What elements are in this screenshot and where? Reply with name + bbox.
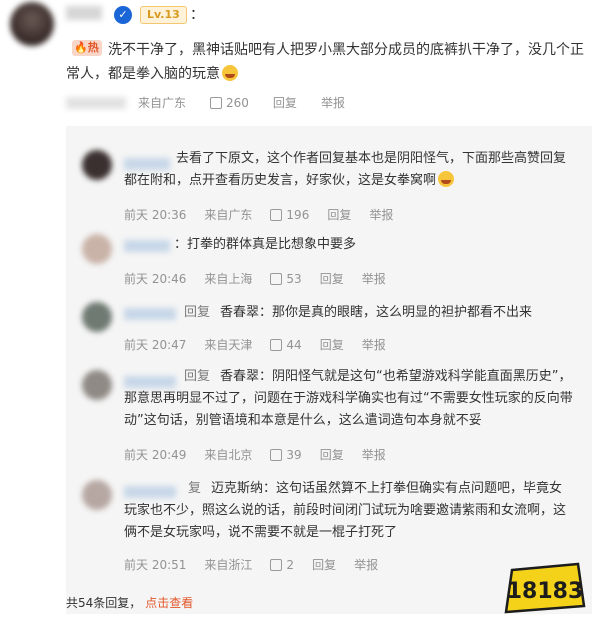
replies-footer: 共54条回复， 点击查看 [66,594,193,611]
like-button[interactable]: 39 [270,447,302,462]
thumbs-up-icon [270,558,283,571]
thumbs-up-icon [270,272,283,285]
reply-label: 复 [188,481,202,496]
location: 来自天津 [204,338,253,352]
location: 来自广东 [138,96,187,110]
like-button[interactable]: 2 [270,558,294,572]
reply-count: 共54条回复， [66,596,142,610]
reply-text: 去看了下原文，这个作者回复基本也是阴阳怪气，下面那些高赞回复都在附和，点开查看历… [124,151,567,188]
like-button[interactable]: 53 [270,271,302,286]
comment-meta: 来自广东 260 回复 举报 [66,94,369,111]
mention-link[interactable]: 香春翠 [220,305,259,320]
username-blurred[interactable] [66,6,102,20]
location: 来自浙江 [204,558,253,572]
mention-link[interactable]: 香春翠 [220,369,259,384]
like-button[interactable]: 196 [270,208,309,222]
laugh-emoji-icon [222,65,238,81]
reply-button[interactable]: 回复 [327,206,351,223]
like-count: 260 [226,95,249,110]
report-button[interactable]: 举报 [362,336,386,353]
reply-label: 回复 [184,369,211,384]
reply-meta: 前天 20:49 来自北京 39 回复 举报 [124,446,404,463]
view-more-link[interactable]: 点击查看 [145,596,193,610]
report-button[interactable]: 举报 [354,556,378,573]
level-badge: Lv.13 [140,6,187,24]
main-comment: ✓ Lv.13 ： 🔥热 洗不干净了，黑神话贴吧有人把罗小黑大部分成员的底裤扒干… [0,0,600,120]
report-button[interactable]: 举报 [362,446,386,463]
avatar[interactable] [82,302,112,332]
avatar[interactable] [82,480,112,510]
like-count: 196 [286,207,310,222]
thumbs-up-icon [270,448,283,461]
location: 来自广东 [204,208,253,222]
like-button[interactable]: 44 [270,337,302,352]
timestamp: 前天 20:51 [124,558,187,572]
replies-panel: 去看了下原文，这个作者回复基本也是阴阳怪气，下面那些高赞回复都在附和，点开查看历… [66,126,592,614]
logo-18183: 18183 [504,562,586,614]
reply-meta: 前天 20:51 来自浙江 2 回复 举报 [124,556,396,573]
timestamp: 前天 20:36 [124,208,187,222]
reply-text: ：打拳的群体真是比想象中要多 [174,237,357,252]
comment-text: 洗不干净了，黑神话贴吧有人把罗小黑大部分成员的底裤扒干净了，没几个正常人，都是拳… [66,42,584,82]
thumbs-up-icon [270,208,283,221]
location: 来自北京 [204,448,253,462]
reply-text: 复迈克斯纳：这句话虽然算不上打拳但确实有点问题吧，毕竟女玩家也不少，照这么说的话… [124,481,567,540]
reply-meta: 前天 20:46 来自上海 53 回复 举报 [124,270,404,287]
like-button[interactable]: 260 [210,96,249,110]
colon: ： [190,7,204,23]
timestamp: 前天 20:49 [124,448,187,462]
reply-text: 回复 香春翠：阴阳怪气就是这句“也希望游戏科学能直面黑历史”，那意思再明显不过了，… [124,369,573,428]
timestamp-blurred [66,96,126,109]
reply-meta: 前天 20:36 来自广东 196 回复 举报 [124,206,411,223]
report-button[interactable]: 举报 [369,206,393,223]
reply-button[interactable]: 回复 [320,446,344,463]
avatar[interactable] [82,234,112,264]
reply-button[interactable]: 回复 [273,94,297,111]
reply-button[interactable]: 回复 [312,556,336,573]
avatar[interactable] [82,370,112,400]
avatar[interactable] [82,150,112,180]
laugh-emoji-icon [438,171,455,187]
mention-link[interactable]: 迈克斯纳 [211,481,263,496]
thumbs-up-icon [210,96,223,109]
reply-meta: 前天 20:47 来自天津 44 回复 举报 [124,336,404,353]
reply-button[interactable]: 回复 [320,336,344,353]
timestamp: 前天 20:47 [124,338,187,352]
avatar[interactable] [10,2,54,46]
like-count: 39 [286,447,302,462]
logo-text: 18183 [507,579,584,604]
timestamp: 前天 20:46 [124,272,187,286]
report-button[interactable]: 举报 [362,270,386,287]
location: 来自上海 [204,272,253,286]
like-count: 53 [286,271,302,286]
verified-icon: ✓ [114,6,132,24]
report-button[interactable]: 举报 [321,94,345,111]
like-count: 2 [286,557,295,572]
like-count: 44 [286,337,302,352]
reply-text: 回复 香春翠：那你是真的眼瞎，这么明显的袒护都看不出来 [184,305,533,320]
thumbs-up-icon [270,338,283,351]
reply-button[interactable]: 回复 [320,270,344,287]
reply-label: 回复 [184,305,211,320]
